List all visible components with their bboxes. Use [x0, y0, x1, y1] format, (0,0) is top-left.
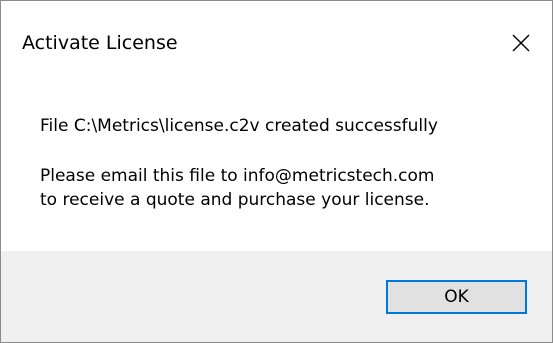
button-bar: OK: [1, 251, 552, 342]
ok-button[interactable]: OK: [386, 280, 527, 314]
email-instruction-line-1: Please email this file to info@metricste…: [40, 166, 435, 186]
dialog-title: Activate License: [22, 32, 178, 54]
close-button[interactable]: [499, 23, 543, 63]
ok-button-label: OK: [444, 287, 469, 307]
email-instruction-line-2: to receive a quote and purchase your lic…: [40, 190, 430, 210]
file-created-message: File C:\Metrics\license.c2v created succ…: [40, 116, 438, 136]
title-bar[interactable]: Activate License: [1, 1, 552, 85]
message-area: File C:\Metrics\license.c2v created succ…: [1, 85, 552, 251]
activate-license-dialog: Activate License File C:\Metrics\license…: [0, 0, 553, 343]
close-x-icon: [512, 34, 530, 52]
